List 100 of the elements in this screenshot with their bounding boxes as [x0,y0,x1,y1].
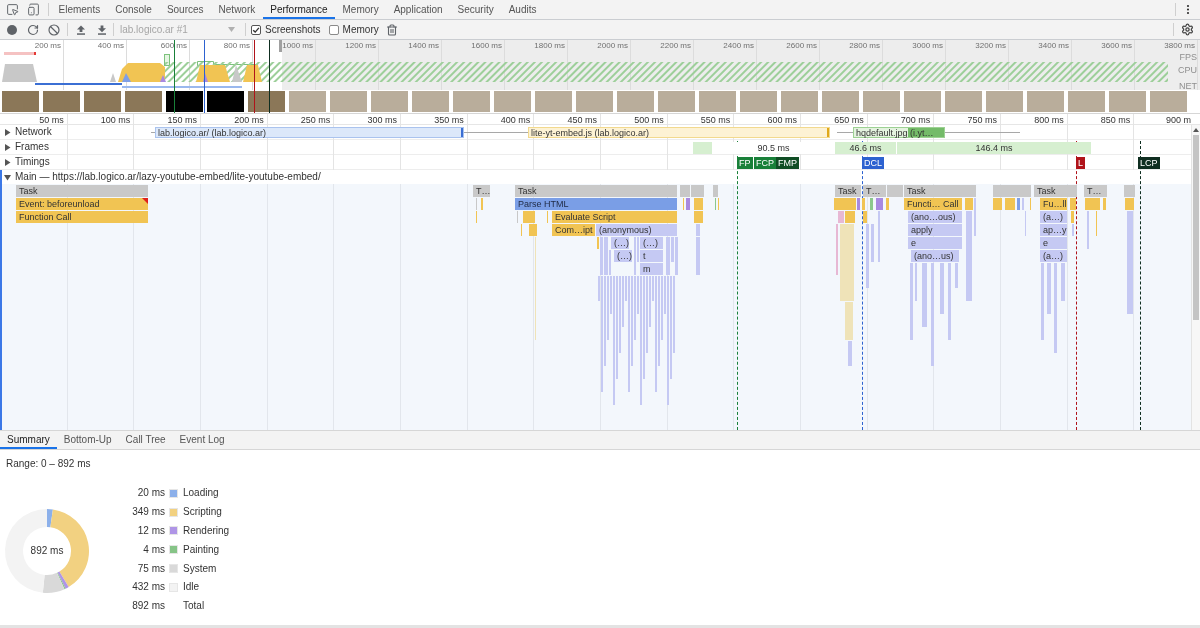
frame-bar[interactable]: 46.6 ms [835,142,896,154]
flame-chart-event[interactable]: (ano…us) [911,250,959,262]
clear-button[interactable] [46,21,62,38]
time-tick-label: 600 ms [767,115,797,125]
overview-tick-label: 1600 ms [471,41,502,51]
toolbar-checkbox[interactable]: Screenshots [251,22,321,37]
flame-chart-event[interactable]: Task [515,185,677,197]
range-handle[interactable] [279,40,282,52]
flame-chart-event[interactable]: Parse HTML [515,198,677,210]
flame-chart-event[interactable]: Fu…ll [1040,198,1067,210]
thumbnail-placeholder [822,91,859,112]
flame-chart-event[interactable]: (…) [614,250,632,262]
caret-down-icon[interactable] [4,173,11,181]
flame-chart-event[interactable]: Task [16,185,148,197]
panel-tab[interactable]: Application [386,0,451,19]
flame-chart-event[interactable]: Function Call [16,211,148,223]
inspect-icon [5,3,19,16]
legend-value: 12 ms [136,525,165,537]
panel-tab[interactable]: Security [450,0,502,19]
time-tick-label: 700 ms [900,115,931,125]
inspect-button[interactable] [4,1,20,18]
panel-tab[interactable]: Elements [51,0,108,19]
overview-tick-label: 200 ms [34,41,61,51]
empty-thumbnail [166,91,203,112]
track-header[interactable]: Network [4,126,52,138]
thumbnail-placeholder [494,91,531,112]
timing-marker[interactable]: DCL [862,157,884,169]
legend-label: Rendering [183,525,230,537]
flame-chart-event[interactable]: m [640,263,663,275]
thumbnail-placeholder [699,91,736,112]
device-toolbar-button[interactable] [25,1,41,18]
panel-tab[interactable]: Memory [335,0,387,19]
flame-chart-event[interactable]: e [908,237,962,249]
vertical-scrollbar[interactable] [1191,125,1200,430]
details-tab[interactable]: Bottom-Up [56,431,119,449]
empty-thumbnail [207,91,244,112]
flame-chart-event[interactable]: (a…) [1040,211,1067,223]
thumbnail-placeholder [1068,91,1105,112]
time-tick-label: 200 ms [234,115,264,125]
timing-marker[interactable]: L [1076,157,1085,169]
call-stack-drawing [476,198,483,223]
settings-button[interactable] [1179,21,1195,38]
overview-tick-label: 3600 ms [1101,41,1132,51]
checkbox-icon[interactable] [251,24,261,35]
thumbnail-placeholder [904,91,941,112]
details-tab[interactable]: Event Log [172,431,232,449]
time-tick-label: 300 ms [367,115,397,125]
flame-chart-event[interactable]: Com…ipt [552,224,595,236]
frame-bar[interactable]: 146.4 ms [897,142,1091,154]
thumbnail-placeholder [1150,91,1187,112]
time-tick-label: 650 ms [834,115,864,125]
toolbar-checkbox[interactable]: Memory [328,22,379,37]
flame-chart-event[interactable]: (anonymous) [596,224,677,236]
legend-value: 20 ms [136,487,165,500]
timing-marker[interactable]: FCP [754,157,776,169]
flame-chart-event[interactable]: Evaluate Script [552,211,677,223]
details-tab[interactable]: Call Tree [118,431,173,449]
details-tab[interactable]: Summary [0,431,57,449]
caret-right-icon[interactable] [4,128,11,136]
panel-tab[interactable]: Audits [501,0,544,19]
timing-marker[interactable]: FMP [776,157,799,169]
overview-tick-label: 3800 ms [1164,41,1195,51]
track-header[interactable]: Main — https://lab.logico.ar/lazy-youtube-embed/lite-youtube-embed/ [4,171,321,183]
timing-marker[interactable]: FP [737,157,753,169]
flame-chart-event[interactable]: (ano…ous) [908,211,962,223]
track-header[interactable]: Timings [4,156,50,168]
flame-chart-event[interactable]: e [1040,237,1067,249]
flame-chart-event[interactable]: Event: beforeunload [16,198,148,210]
time-tick-label: 450 ms [567,115,597,125]
flame-chart-event[interactable]: Functi… Call [904,198,962,210]
checkbox-icon[interactable] [328,24,339,35]
thumbnail-placeholder [371,91,408,112]
scroll-up-arrow-icon[interactable] [1193,128,1199,132]
thumbnail-placeholder [43,91,80,112]
flame-chart-event[interactable]: (a…) [1040,250,1067,262]
flame-chart-event[interactable]: Task [1034,185,1077,197]
legend-value: 4 ms [142,543,165,556]
device-icon [26,3,40,16]
flame-chart-event[interactable]: (…) [640,237,663,249]
flame-chart-event[interactable]: T… [473,185,490,197]
flame-chart-event[interactable]: T… [1084,185,1107,197]
flame-chart-event[interactable]: Task [835,185,861,197]
flame-chart-event[interactable]: Task [904,185,976,197]
scrollbar-thumb[interactable] [1193,135,1199,320]
overview-tick-label: 3400 ms [1038,41,1069,51]
delete-button[interactable] [384,21,399,38]
caret-right-icon[interactable] [4,143,11,151]
flame-chart-event[interactable]: T… [863,185,886,197]
flame-chart-event[interactable]: ap…y [1040,224,1067,236]
timing-marker[interactable]: LCP [1138,157,1160,169]
thumbnail-placeholder [453,91,490,112]
flame-chart-event[interactable]: (…) [611,237,629,249]
caret-right-icon[interactable] [4,158,11,166]
panel-tab[interactable]: Console [107,0,160,19]
thumbnail-placeholder [986,91,1023,112]
flame-chart-event[interactable]: apply [908,224,962,236]
track-header[interactable]: Frames [4,141,49,153]
flame-chart-event[interactable]: t [640,250,663,262]
panel-tab[interactable]: Sources [159,0,212,19]
panel-tab[interactable]: Network [211,0,263,19]
